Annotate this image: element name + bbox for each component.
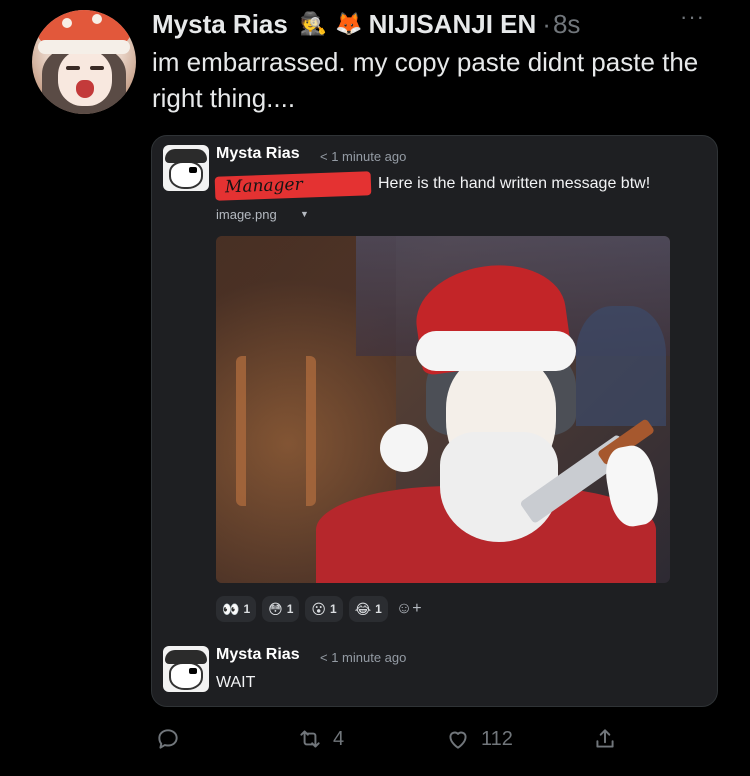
reaction-count: 1 <box>286 602 294 616</box>
bear-face <box>169 662 203 690</box>
reply-button[interactable] <box>155 726 191 752</box>
bear-face <box>169 161 203 189</box>
reaction-count: 1 <box>243 602 251 616</box>
reaction-flushed[interactable]: 😳 1 <box>262 596 300 622</box>
redacted-tag-text: Manager <box>224 174 304 198</box>
santa-hat-pom <box>380 424 428 472</box>
message-author-name[interactable]: Mysta Rias <box>216 646 300 664</box>
message-text: Here is the hand written message btw! <box>378 175 651 192</box>
image-chair <box>236 356 316 506</box>
author-avatar[interactable] <box>32 10 136 114</box>
message-text: WAIT <box>216 674 256 691</box>
bear-cap <box>165 149 207 163</box>
reaction-eyes[interactable]: 👀 1 <box>216 596 257 622</box>
joy-emoji-icon: 😂 <box>354 600 372 617</box>
chevron-down-icon[interactable]: ▼ <box>300 209 309 219</box>
message-timestamp: < 1 minute ago <box>320 650 407 665</box>
eyes-emoji-icon: 👀 <box>222 600 240 617</box>
author-name[interactable]: Mysta Rias <box>152 9 288 40</box>
more-options-icon[interactable]: ··· <box>680 4 705 30</box>
reaction-surprised[interactable]: 😮 1 <box>305 596 343 622</box>
detective-emoji-icon: 🕵 <box>299 11 328 36</box>
author-org: NIJISANJI EN <box>368 8 537 39</box>
avatar-mouth <box>76 80 94 98</box>
retweet-count: 4 <box>333 727 345 750</box>
tweet-time[interactable]: 8s <box>553 9 580 40</box>
message-author-name[interactable]: Mysta Rias <box>216 145 300 163</box>
add-reaction-icon[interactable]: ☺+ <box>394 596 424 622</box>
flushed-emoji-icon: 😳 <box>268 600 283 617</box>
attachment-filename[interactable]: image.png <box>216 207 277 222</box>
tweet-header: Mysta Rias 🕵 🦊 NIJISANJI EN · 8s <box>152 6 580 42</box>
image-window <box>576 306 666 426</box>
fox-emoji-icon: 🦊 <box>335 11 363 36</box>
eye-patch <box>189 167 197 173</box>
avatar-eye <box>66 66 80 70</box>
bear-cap <box>165 650 207 664</box>
avatar-hat-dot <box>92 14 102 24</box>
like-button[interactable]: 112 <box>445 726 513 752</box>
reaction-count: 1 <box>375 602 382 616</box>
avatar-hat <box>38 10 130 54</box>
retweet-icon <box>300 730 320 748</box>
avatar-eye <box>90 66 104 70</box>
heart-icon <box>449 731 467 749</box>
eye-patch <box>189 668 197 674</box>
header-separator: · <box>542 8 551 39</box>
avatar-hat-dot <box>62 18 72 28</box>
attachment-image[interactable] <box>216 236 670 583</box>
share-icon <box>596 729 614 748</box>
tweet-action-bar: 4 112 <box>0 726 750 756</box>
retweet-button[interactable]: 4 <box>297 726 344 752</box>
reply-icon <box>158 729 178 749</box>
reaction-bar: 👀 1 😳 1 😮 1 😂 1 ☺+ <box>216 596 424 622</box>
reaction-joy[interactable]: 😂 1 <box>348 596 388 622</box>
message-avatar[interactable] <box>163 145 209 191</box>
message-timestamp: < 1 minute ago <box>320 149 407 164</box>
surprised-emoji-icon: 😮 <box>311 600 327 617</box>
reaction-count: 1 <box>330 602 337 616</box>
share-button[interactable] <box>592 726 618 752</box>
message-avatar[interactable] <box>163 646 209 692</box>
santa-hat-band <box>416 331 576 371</box>
like-count: 112 <box>481 727 513 750</box>
tweet-text: im embarrassed. my copy paste didnt past… <box>152 47 699 113</box>
